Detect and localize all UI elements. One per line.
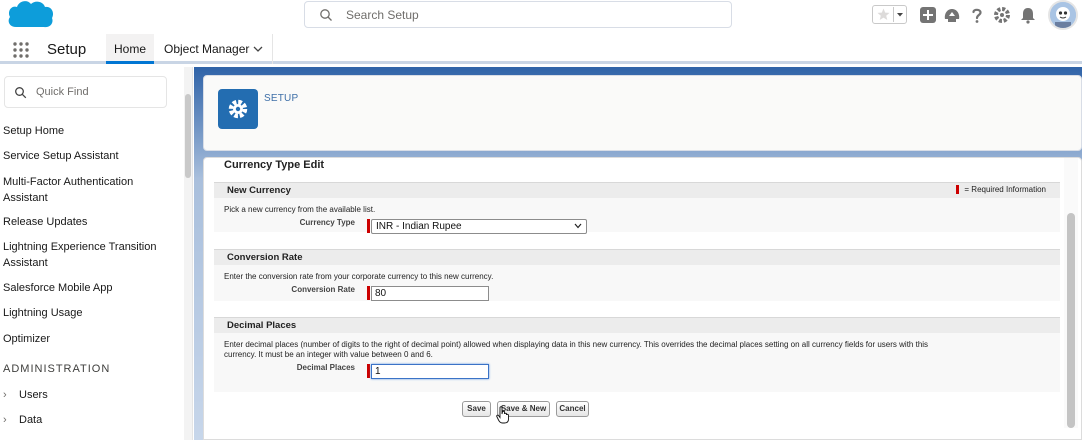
sidebar-item-setup-home[interactable]: Setup Home — [3, 123, 64, 139]
currency-edit-panel: Currency Type Edit New Currency = Requir… — [203, 157, 1082, 440]
decimal-places-input[interactable] — [371, 364, 489, 379]
decimal-places-title: Decimal Places — [227, 320, 297, 331]
tab-object-manager[interactable]: Object Manager — [155, 34, 273, 64]
quick-find-input[interactable]: Quick Find — [4, 76, 167, 108]
favorites-group[interactable] — [872, 5, 907, 24]
setup-gear-badge — [218, 89, 258, 129]
form-button-row: Save Save & New Cancel — [204, 401, 1050, 425]
context-bar: Setup Home Object Manager — [0, 34, 1082, 64]
bell-icon[interactable] — [1018, 5, 1038, 25]
sidebar-item-data-label: Data — [19, 414, 43, 426]
new-currency-title: New Currency — [227, 185, 291, 196]
content-scroll-thumb[interactable] — [1067, 213, 1075, 428]
search-icon — [320, 9, 332, 21]
gear-icon[interactable] — [992, 5, 1012, 25]
required-marker — [956, 185, 960, 195]
setup-breadcrumb: SETUP — [264, 93, 299, 104]
salesforce-logo[interactable] — [6, 0, 54, 30]
new-currency-desc: Pick a new currency from the available l… — [224, 205, 376, 214]
app-launcher-icon[interactable] — [12, 41, 30, 59]
currency-type-select[interactable]: INR - Indian Rupee — [371, 219, 587, 234]
required-marker — [367, 219, 370, 233]
sidebar-item-data[interactable]: › Data — [3, 414, 42, 426]
sidebar-item-salesforce-mobile-app[interactable]: Salesforce Mobile App — [3, 280, 112, 296]
decimal-places-label: Decimal Places — [296, 363, 355, 372]
gear-icon — [228, 99, 248, 119]
currency-type-value: INR - Indian Rupee — [376, 221, 462, 232]
trailhead-icon[interactable] — [942, 5, 962, 25]
tab-home[interactable]: Home — [106, 34, 154, 64]
sidebar-item-users-label: Users — [19, 389, 48, 401]
star-icon[interactable] — [876, 7, 891, 22]
avatar[interactable] — [1048, 0, 1078, 30]
sidebar-item-lightning-transition-assistant[interactable]: Lightning Experience Transition Assistan… — [3, 239, 163, 271]
sidebar-item-mfa-assistant[interactable]: Multi-Factor Authentication Assistant — [3, 174, 153, 206]
hand-cursor-icon — [496, 406, 509, 424]
new-currency-section: New Currency = Required Information Pick… — [214, 182, 1060, 234]
conversion-rate-title: Conversion Rate — [227, 252, 303, 263]
main-area: SETUP Currency Type Edit New Currency = … — [194, 67, 1082, 440]
decimal-places-header: Decimal Places — [214, 317, 1060, 333]
setup-sidebar: Quick Find Setup Home Service Setup Assi… — [0, 67, 193, 440]
page-title: Currency Type Edit — [224, 159, 325, 171]
cancel-button[interactable]: Cancel — [556, 401, 589, 417]
sidebar-scroll-thumb[interactable] — [185, 94, 191, 178]
sidebar-scrollbar[interactable] — [184, 67, 192, 440]
section-title-administration: ADMINISTRATION — [3, 363, 111, 375]
tab-object-manager-label: Object Manager — [164, 42, 250, 56]
required-info-text: = Required Information — [964, 185, 1046, 194]
decimal-places-desc-line2: currency. It must be an integer with val… — [224, 350, 433, 359]
global-header: Search Setup — [0, 0, 1082, 30]
sidebar-item-service-setup-assistant[interactable]: Service Setup Assistant — [3, 148, 119, 164]
search-placeholder: Search Setup — [346, 8, 419, 22]
required-marker — [367, 364, 370, 378]
setup-page-header: SETUP — [203, 75, 1082, 151]
conversion-rate-label: Conversion Rate — [291, 285, 355, 294]
conversion-rate-header: Conversion Rate — [214, 249, 1060, 265]
setup-search-input[interactable]: Search Setup — [304, 1, 732, 28]
required-marker — [367, 286, 370, 300]
conversion-rate-desc: Enter the conversion rate from your corp… — [224, 272, 494, 281]
help-icon[interactable] — [967, 5, 987, 25]
sidebar-item-users[interactable]: › Users — [3, 389, 48, 401]
sidebar-item-optimizer[interactable]: Optimizer — [3, 331, 50, 347]
save-button[interactable]: Save — [462, 401, 491, 417]
decimal-places-desc-line1: Enter decimal places (number of digits t… — [224, 340, 929, 349]
quick-find-placeholder: Quick Find — [36, 86, 89, 98]
chevron-down-icon[interactable] — [253, 45, 263, 53]
decimal-places-section: Decimal Places Enter decimal places (num… — [214, 317, 1060, 392]
plus-icon[interactable] — [918, 5, 938, 25]
favorites-menu-button[interactable] — [893, 7, 905, 22]
content-scrollbar[interactable] — [1064, 158, 1078, 428]
new-currency-header: New Currency = Required Information — [214, 182, 1060, 198]
required-info-legend: = Required Information — [956, 185, 1046, 195]
conversion-rate-section: Conversion Rate Enter the conversion rat… — [214, 249, 1060, 301]
chevron-right-icon[interactable]: › — [3, 414, 11, 426]
search-icon — [15, 87, 27, 99]
chevron-right-icon[interactable]: › — [3, 389, 11, 401]
conversion-rate-input[interactable] — [371, 286, 489, 301]
sidebar-item-release-updates[interactable]: Release Updates — [3, 214, 87, 230]
app-name: Setup — [47, 41, 87, 58]
chevron-down-icon — [574, 223, 582, 229]
sidebar-item-lightning-usage[interactable]: Lightning Usage — [3, 305, 83, 321]
chevron-down-icon — [897, 13, 903, 17]
currency-type-label: Currency Type — [299, 218, 355, 227]
